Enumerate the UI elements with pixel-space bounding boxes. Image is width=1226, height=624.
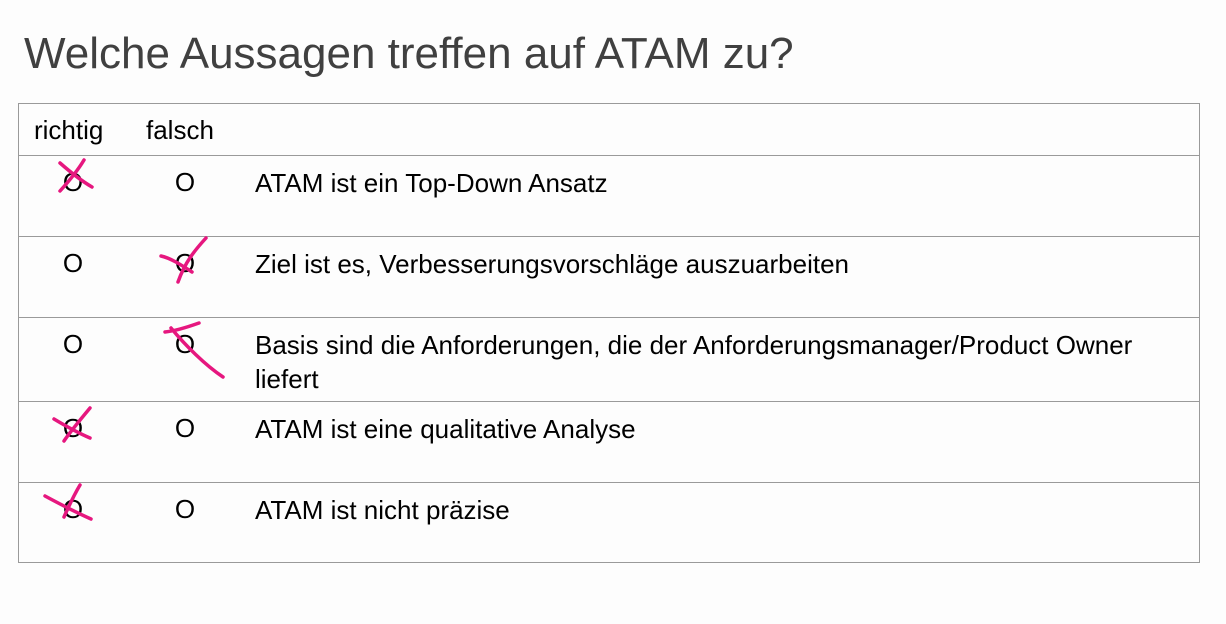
header-falsch: falsch (146, 115, 214, 145)
option-falsch[interactable]: O (165, 247, 205, 279)
option-falsch[interactable]: O (165, 493, 205, 525)
option-falsch[interactable]: O (165, 328, 205, 360)
table-header-row: richtig falsch (19, 104, 1199, 155)
option-falsch[interactable]: O (165, 166, 205, 198)
table-row: O O ATAM ist eine qualitative Analyse (19, 401, 1199, 482)
header-richtig: richtig (34, 115, 104, 145)
table-row: O O ATAM ist ein Top-Down Ansatz (19, 155, 1199, 236)
option-falsch[interactable]: O (165, 412, 205, 444)
option-richtig[interactable]: O (53, 412, 93, 444)
statement-text: Ziel ist es, Verbesserungsvorschläge aus… (255, 249, 849, 279)
table-row: O O Basis sind die Anforderungen, die de… (19, 317, 1199, 401)
table-row: O O Ziel ist es, Verbesserungsvorschläge… (19, 236, 1199, 317)
option-richtig[interactable]: O (53, 328, 93, 360)
quiz-table: richtig falsch O O ATAM ist ein Top-Down… (18, 103, 1200, 563)
page-title: Welche Aussagen treffen auf ATAM zu? (24, 29, 794, 78)
statement-text: ATAM ist nicht präzise (255, 495, 510, 525)
statement-text: ATAM ist ein Top-Down Ansatz (255, 168, 608, 198)
option-richtig[interactable]: O (53, 166, 93, 198)
option-richtig[interactable]: O (53, 493, 93, 525)
statement-text: ATAM ist eine qualitative Analyse (255, 414, 636, 444)
statement-text: Basis sind die Anforderungen, die der An… (255, 330, 1133, 394)
option-richtig[interactable]: O (53, 247, 93, 279)
table-row: O O ATAM ist nicht präzise (19, 482, 1199, 562)
